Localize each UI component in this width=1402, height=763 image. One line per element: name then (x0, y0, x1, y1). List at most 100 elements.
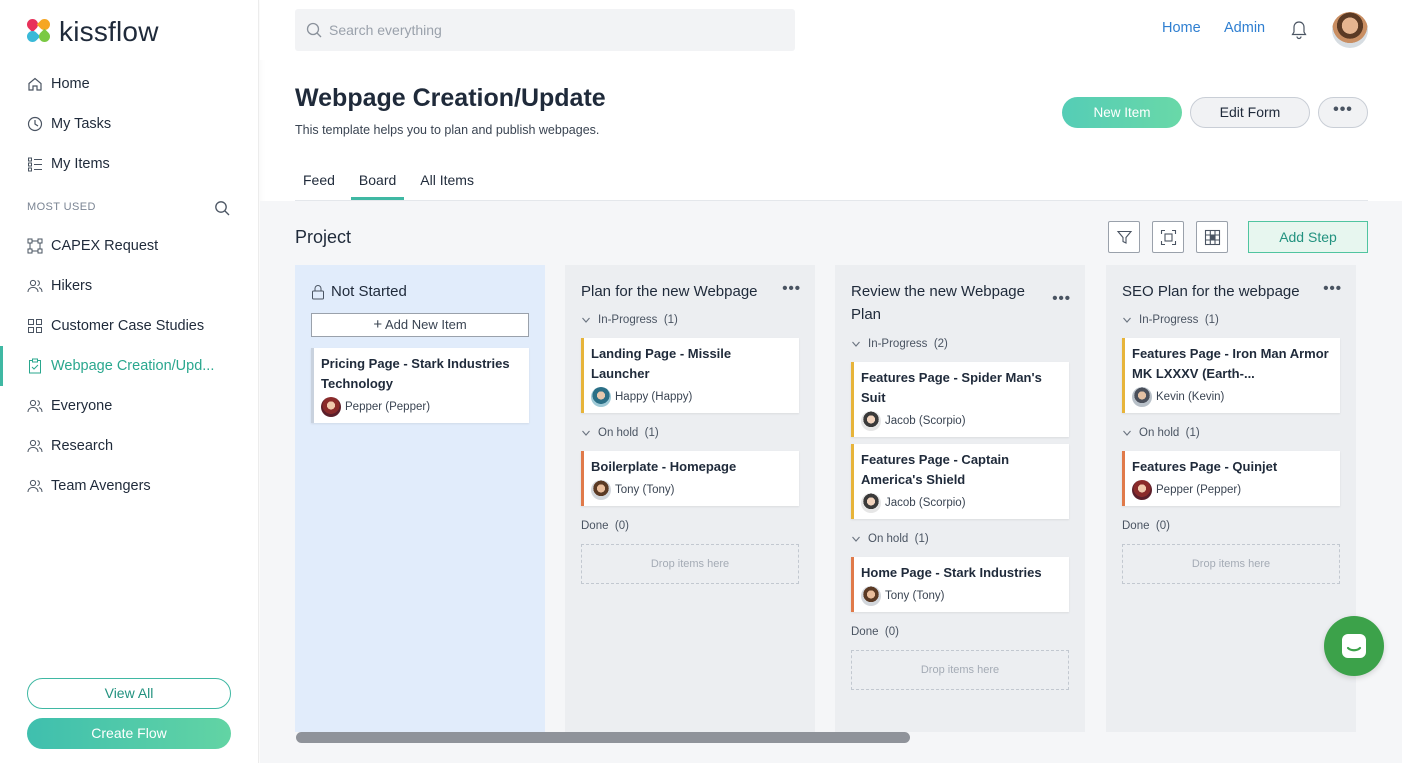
board-column: Review the new Webpage Plan ••• In-Progr… (835, 265, 1085, 732)
top-link-home[interactable]: Home (1162, 20, 1201, 36)
group-label: On hold (1139, 427, 1180, 439)
group-header[interactable]: On hold (1) (851, 533, 929, 545)
assignee-name: Pepper (Pepper) (1156, 484, 1242, 496)
add-new-item-button[interactable]: + Add New Item (311, 313, 529, 337)
lock-icon (312, 284, 324, 299)
avatar (321, 397, 341, 417)
focus-icon (1160, 229, 1176, 245)
view-all-button[interactable]: View All (27, 678, 231, 709)
drop-zone[interactable]: Drop items here (851, 650, 1069, 690)
column-menu-icon[interactable]: ••• (1052, 290, 1071, 307)
group-label: On hold (598, 427, 639, 439)
sidebar-item-research[interactable]: Research (0, 426, 259, 466)
sidebar-item-label: My Tasks (51, 116, 112, 132)
assignee-name: Kevin (Kevin) (1156, 391, 1225, 403)
bell-icon[interactable] (1290, 20, 1308, 40)
group-header[interactable]: In-Progress (2) (851, 338, 948, 350)
sidebar-item-customer-case-studies[interactable]: Customer Case Studies (0, 306, 259, 346)
card-assignee: Tony (Tony) (591, 480, 792, 500)
drop-zone[interactable]: Drop items here (1122, 544, 1340, 584)
sidebar-item-home[interactable]: Home (0, 64, 259, 104)
column-title: Plan for the new Webpage (581, 283, 758, 300)
avatar (591, 387, 611, 407)
sidebar-item-webpage-creation[interactable]: Webpage Creation/Upd... (0, 346, 259, 386)
assignee-name: Tony (Tony) (615, 484, 675, 496)
column-menu-icon[interactable]: ••• (1323, 280, 1342, 297)
top-link-admin[interactable]: Admin (1224, 20, 1265, 36)
board-card[interactable]: Features Page - Captain America's Shield… (851, 444, 1069, 519)
filter-icon (1116, 230, 1132, 244)
sidebar-item-label: Customer Case Studies (51, 318, 205, 334)
avatar (1132, 387, 1152, 407)
card-title: Boilerplate - Homepage (591, 459, 737, 474)
group-count: (1) (644, 427, 659, 439)
create-flow-button[interactable]: Create Flow (27, 718, 231, 749)
home-icon (27, 76, 43, 92)
group-header[interactable]: On hold (1) (1122, 427, 1200, 439)
board-card[interactable]: Features Page - Iron Man Armor MK LXXXV … (1122, 338, 1340, 413)
card-assignee: Happy (Happy) (591, 387, 792, 407)
tab-all-items[interactable]: All Items (412, 172, 482, 200)
add-new-item-label: Add New Item (385, 317, 467, 332)
card-title: Features Page - Captain America's Shield (861, 452, 1010, 487)
board-card[interactable]: Features Page - Quinjet Pepper (Pepper) (1122, 451, 1340, 506)
group-header[interactable]: On hold (1) (581, 427, 659, 439)
global-search[interactable] (295, 9, 795, 51)
top-bar: Home Admin (260, 0, 1402, 60)
search-icon (306, 22, 322, 38)
tab-board[interactable]: Board (350, 172, 405, 200)
sidebar-item-label: CAPEX Request (51, 238, 159, 254)
horizontal-scrollbar[interactable] (296, 732, 910, 743)
group-label: In-Progress (1139, 314, 1199, 326)
flow-icon (27, 238, 43, 254)
board-card[interactable]: Landing Page - Missile Launcher Happy (H… (581, 338, 799, 413)
search-icon[interactable] (214, 200, 230, 216)
chat-launcher[interactable] (1324, 616, 1384, 676)
drop-zone[interactable]: Drop items here (581, 544, 799, 584)
board-card[interactable]: Home Page - Stark Industries Tony (Tony) (851, 557, 1069, 612)
card-title: Landing Page - Missile Launcher (591, 346, 732, 381)
group-count: (1) (663, 314, 678, 326)
more-options-button[interactable]: ••• (1318, 97, 1368, 128)
avatar (861, 586, 881, 606)
user-avatar[interactable] (1332, 12, 1368, 48)
search-input[interactable] (329, 22, 769, 38)
card-title: Features Page - Quinjet (1132, 459, 1278, 474)
chevron-down-icon (582, 317, 590, 323)
group-label: In-Progress (868, 338, 928, 350)
add-step-button[interactable]: Add Step (1248, 221, 1368, 253)
sidebar-item-my-tasks[interactable]: My Tasks (0, 104, 259, 144)
board-card[interactable]: Features Page - Spider Man's Suit Jacob … (851, 362, 1069, 437)
new-item-button[interactable]: New Item (1062, 97, 1182, 128)
group-header[interactable]: In-Progress (1) (1122, 314, 1219, 326)
people-icon (27, 478, 43, 494)
done-header: Done (0) (1122, 520, 1170, 532)
fullscreen-button[interactable] (1152, 221, 1184, 253)
board-card[interactable]: Boilerplate - Homepage Tony (Tony) (581, 451, 799, 506)
sidebar-item-label: Home (51, 76, 90, 92)
sidebar-item-team-avengers[interactable]: Team Avengers (0, 466, 259, 506)
sidebar-item-my-items[interactable]: My Items (0, 144, 259, 184)
card-assignee: Kevin (Kevin) (1132, 387, 1333, 407)
brand-logo[interactable]: kissflow (24, 16, 159, 48)
edit-form-button[interactable]: Edit Form (1190, 97, 1310, 128)
brand-name: kissflow (59, 16, 159, 47)
sidebar-item-hikers[interactable]: Hikers (0, 266, 259, 306)
plus-icon: + (373, 316, 383, 333)
done-label: Done (851, 626, 879, 638)
group-header[interactable]: In-Progress (1) (581, 314, 678, 326)
column-menu-icon[interactable]: ••• (782, 280, 801, 297)
page-subtitle: This template helps you to plan and publ… (295, 123, 600, 137)
sidebar-item-everyone[interactable]: Everyone (0, 386, 259, 426)
filter-button[interactable] (1108, 221, 1140, 253)
list-icon (27, 156, 43, 172)
sidebar-item-capex-request[interactable]: CAPEX Request (0, 226, 259, 266)
tab-feed[interactable]: Feed (295, 172, 343, 200)
card-title: Features Page - Spider Man's Suit (861, 370, 1042, 405)
group-count: (2) (933, 338, 948, 350)
group-count: (1) (1185, 427, 1200, 439)
primary-nav: Home My Tasks My Items (0, 64, 259, 184)
board-column: SEO Plan for the webpage ••• In-Progress… (1106, 265, 1356, 732)
board-card[interactable]: Pricing Page - Stark Industries Technolo… (311, 348, 529, 423)
layout-button[interactable] (1196, 221, 1228, 253)
